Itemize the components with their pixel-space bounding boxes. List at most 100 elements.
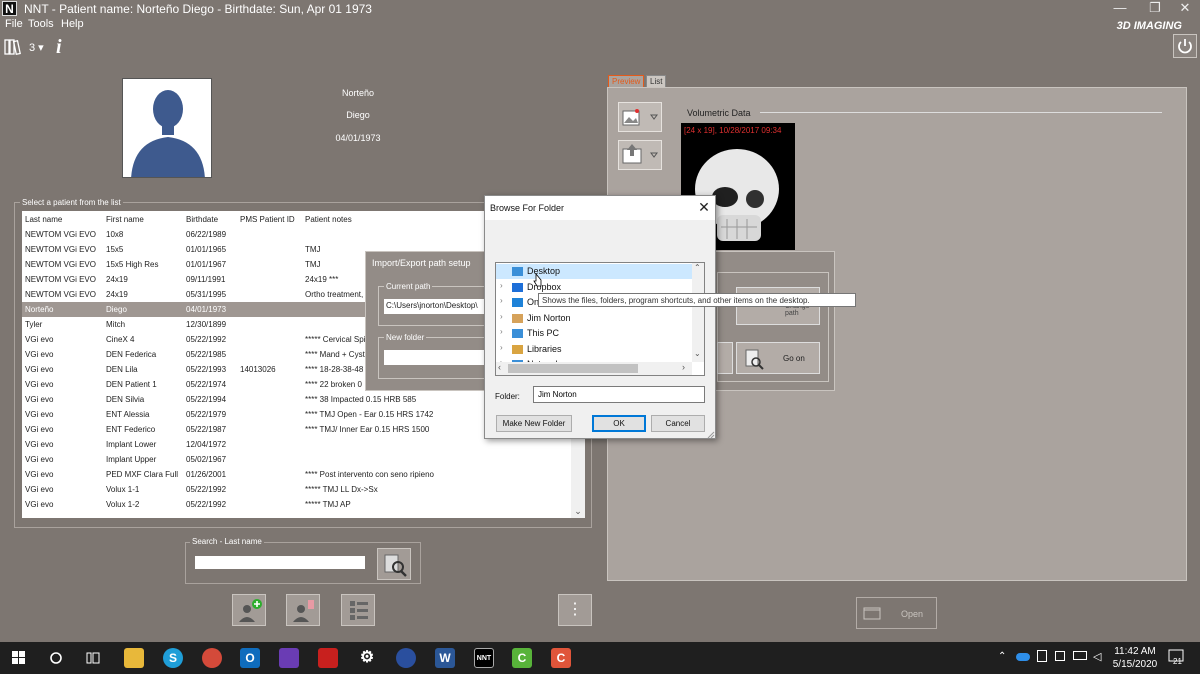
onedrive-icon[interactable] [1016,653,1030,661]
cell-birth: 05/22/1974 [186,380,227,389]
table-row[interactable]: VGi evo PED MXF Clara Full 01/26/2001 **** … [22,467,572,482]
image-export-button[interactable] [618,140,662,170]
close-button[interactable]: ✕ [1170,0,1200,18]
cell-birth: 05/22/1987 [186,425,227,434]
windows-start-icon[interactable] [12,651,26,665]
power-button[interactable] [1173,34,1197,58]
table-row[interactable]: VGi evo Implant Upper 05/02/1967 [22,452,572,467]
minimize-button[interactable]: — [1105,0,1135,18]
restore-button[interactable]: ❐ [1140,0,1170,18]
tray-chevron-icon[interactable]: ⌃ [998,651,1006,662]
import-export-side-button[interactable] [717,342,733,374]
patient-details-button[interactable] [341,594,375,626]
scroll-left-icon[interactable]: ‹ [498,362,501,372]
cell-last: VGi evo [25,395,54,404]
file-explorer-icon[interactable] [124,648,144,668]
more-options-button[interactable]: ⋮ [558,594,592,626]
camtasia-red-icon[interactable]: C [551,648,571,668]
table-row[interactable]: VGi evo Implant Lower 12/04/1972 [22,437,572,452]
person-silhouette-icon [131,90,205,177]
word-icon[interactable]: W [435,648,455,668]
cell-first: DEN Silvia [106,395,145,404]
battery-icon[interactable] [1073,651,1087,660]
expand-chevron-icon[interactable]: › [500,296,503,305]
chrome-icon[interactable] [202,648,222,668]
scroll-down-icon[interactable]: ⌄ [694,349,701,358]
menu-file[interactable]: File [5,18,23,30]
column-header-first-name[interactable]: First name [106,215,144,224]
cancel-button[interactable]: Cancel [651,415,705,432]
expand-chevron-icon[interactable]: › [500,343,503,352]
device-icon[interactable] [1037,650,1047,662]
ok-button[interactable]: OK [592,415,646,432]
table-row[interactable]: VGi evo Volux 1-2 05/22/1992 ***** TMJ AP [22,497,572,512]
archive-count[interactable]: 3 ▾ [29,41,44,54]
notification-center-icon[interactable]: 21 [1168,648,1186,666]
cell-birth: 01/26/2001 [186,470,227,479]
folder-tree-item-pc[interactable]: › This PC [496,326,692,341]
expand-chevron-icon[interactable]: › [500,312,503,321]
expand-chevron-icon[interactable]: › [500,281,503,290]
clock-date[interactable]: 5/15/2020 [1110,659,1160,670]
acrobat-icon[interactable] [318,648,338,668]
folder-tree-vscrollbar[interactable]: ⌃ ⌄ [692,263,704,362]
open-button[interactable]: Open [856,597,937,629]
visual-studio-icon[interactable] [279,648,299,668]
current-path-field[interactable]: C:\Users\jnorton\Desktop\ [384,299,484,314]
nnt-app-icon[interactable]: NNT [474,648,494,668]
menu-help[interactable]: Help [61,18,84,30]
new-folder-input[interactable] [384,350,484,365]
expand-chevron-icon[interactable]: › [500,327,503,336]
image-filter-button[interactable] [618,102,662,132]
browse-folder-close-button[interactable]: ✕ [696,199,712,215]
outlook-icon[interactable]: O [240,648,260,668]
dropbox-icon [512,282,523,292]
search-button[interactable] [377,548,411,580]
cell-birth: 05/02/1967 [186,455,227,464]
folder-tree[interactable]: Desktop › Dropbox › On › Jim Norton › This PC › Li… [495,262,705,376]
window-title: NNT - Patient name: Norteño Diego - Birt… [24,2,372,16]
vpn-icon[interactable] [396,648,416,668]
column-header-pms-id[interactable]: PMS Patient ID [240,215,295,224]
skype-icon[interactable]: S [163,648,183,668]
cell-notes: **** Post intervento con seno ripieno [305,470,434,479]
camtasia-green-icon[interactable]: C [512,648,532,668]
cell-first: Volux 1-2 [106,500,140,509]
desktop-icon [512,267,523,276]
network-icon[interactable] [1055,651,1065,661]
resize-grip-icon[interactable] [706,430,715,439]
cell-first: 24x19 [106,275,128,284]
scroll-down-arrow-icon[interactable]: ⌄ [572,506,584,517]
go-on-button[interactable]: Go on [736,342,820,374]
cell-birth: 12/30/1899 [186,320,227,329]
folder-name-input[interactable] [533,386,705,403]
column-header-last-name[interactable]: Last name [25,215,62,224]
cell-first: Mitch [106,320,126,329]
settings-gear-icon[interactable]: ⚙ [357,648,377,668]
volumetric-divider [760,112,1162,113]
cell-last: VGi evo [25,440,54,449]
add-patient-button[interactable] [232,594,266,626]
onedrive-icon [512,298,523,307]
column-header-notes[interactable]: Patient notes [305,215,352,224]
volume-icon[interactable]: ◁ [1093,650,1101,663]
scroll-up-icon[interactable]: ⌃ [694,263,701,272]
folder-tree-item-desktop[interactable]: Desktop [496,264,692,279]
menu-tools[interactable]: Tools [28,18,54,30]
volumetric-data-label: Volumetric Data [687,108,751,118]
folder-tree-hscroll-thumb[interactable] [508,364,638,373]
folder-tree-item-user[interactable]: › Jim Norton [496,311,692,326]
search-last-name-input[interactable] [195,556,365,569]
archive-books-icon[interactable] [4,38,24,56]
info-icon[interactable]: i [56,36,62,59]
search-taskbar-icon[interactable] [49,651,63,665]
cell-first: Diego [106,305,127,314]
scroll-right-icon[interactable]: › [682,362,685,372]
task-view-icon[interactable] [86,651,100,665]
clock-time[interactable]: 11:42 AM [1110,646,1160,657]
table-row[interactable]: VGi evo Volux 1-1 05/22/1992 ***** TMJ LL D… [22,482,572,497]
folder-tree-item-libraries[interactable]: › Libraries [496,342,692,357]
make-new-folder-button[interactable]: Make New Folder [496,415,572,432]
column-header-birthdate[interactable]: Birthdate [186,215,218,224]
edit-patient-button[interactable] [286,594,320,626]
